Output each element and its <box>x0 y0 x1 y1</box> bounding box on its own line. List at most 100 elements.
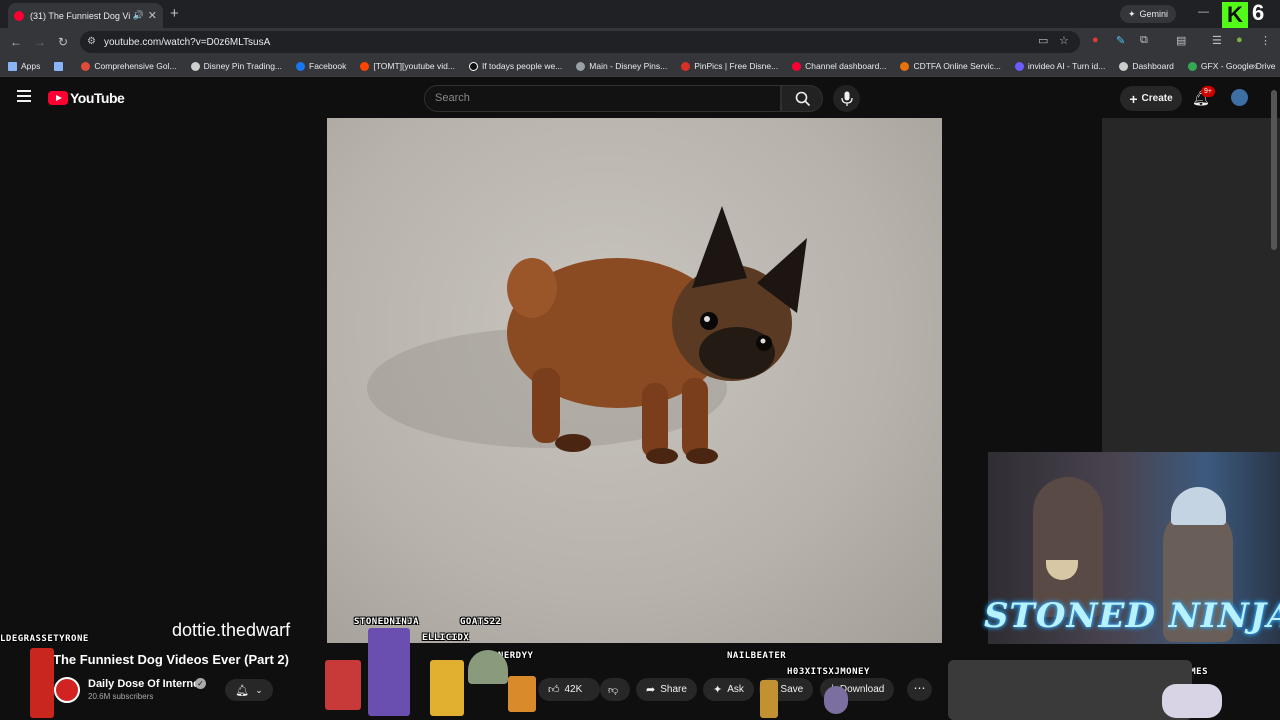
sparkle-icon: ✦ <box>1128 8 1136 19</box>
verified-check-icon: ✓ <box>195 678 206 689</box>
dislike-button[interactable]: 👎︎ <box>600 678 630 701</box>
plus-icon: + <box>1129 90 1138 107</box>
more-actions-button[interactable]: ⋯ <box>907 678 932 701</box>
back-icon[interactable]: ← <box>10 35 22 49</box>
side-panel-icon[interactable]: ▤ <box>1176 34 1186 47</box>
character-sprite-icon <box>760 680 778 718</box>
bookmark-favicon-icon <box>81 61 91 71</box>
dog-video-frame <box>367 206 807 464</box>
chevron-down-icon: ⌄ <box>255 684 263 695</box>
forward-icon[interactable]: → <box>34 35 46 49</box>
create-button[interactable]: + Create <box>1120 86 1182 111</box>
bookmark-item[interactable]: Disney Pin Trading... <box>190 61 282 71</box>
bookmark-apps[interactable]: Apps <box>8 61 40 71</box>
like-button[interactable]: 👍︎ 42K <box>538 678 600 701</box>
webcam-title-overlay: STONED NINJA <box>984 596 1280 636</box>
speaker-icon[interactable]: 🔊 <box>133 10 144 21</box>
extension-blue-icon[interactable]: ✎ <box>1116 34 1125 47</box>
extension-red-icon[interactable]: ● <box>1092 34 1099 46</box>
voice-search-button[interactable] <box>833 85 860 112</box>
address-bar[interactable]: ⚙ youtube.com/watch?v=D0z6MLTsusA <box>80 31 1080 53</box>
search-input[interactable]: Search <box>424 85 781 112</box>
search-button[interactable] <box>781 85 823 112</box>
new-tab-icon[interactable]: + <box>170 5 179 22</box>
save-label: Save <box>780 684 804 695</box>
browser-tab-youtube[interactable]: (31) The Funniest Dog Vide 🔊 ✕ <box>8 3 163 28</box>
cast-icon[interactable]: ▭ <box>1038 34 1048 47</box>
youtube-masthead: YouTube Search + Create 🔔︎ 9+ <box>0 78 1280 118</box>
apps-grid-icon <box>8 61 17 71</box>
site-info-icon[interactable]: ⚙ <box>87 36 99 48</box>
bookmark-item[interactable]: PinPics | Free Disne... <box>681 61 778 71</box>
browser-toolbar: ← → ↻ ⚙ youtube.com/watch?v=D0z6MLTsusA … <box>0 28 1280 56</box>
browser-tab-strip: (31) The Funniest Dog Vide 🔊 ✕ + ✦ Gemin… <box>0 0 1280 28</box>
gemini-label: Gemini <box>1139 9 1169 19</box>
youtube-wordmark[interactable]: YouTube <box>70 90 125 106</box>
tiktok-icon <box>468 61 478 71</box>
bookmark-item[interactable]: Dashboard <box>1119 61 1174 71</box>
reload-icon[interactable]: ↻ <box>58 35 68 49</box>
kick-count: 6 <box>1252 0 1265 25</box>
like-count: 42K <box>564 684 583 695</box>
subscription-bell-button[interactable]: 🔔︎ ⌄ <box>225 679 273 701</box>
bookmark-item[interactable]: Comprehensive Gol... <box>81 61 177 71</box>
grid-icon <box>54 61 64 71</box>
share-label: Share <box>660 684 687 695</box>
gemini-button[interactable]: ✦ Gemini <box>1120 5 1177 23</box>
ask-label: Ask <box>727 684 744 695</box>
bookmark-star-icon[interactable]: ☆ <box>1059 34 1069 47</box>
browser-menu-icon[interactable]: ⋮ <box>1260 34 1271 47</box>
overlay-username: H03XITSXJMONEY <box>787 667 870 677</box>
bookmark-item[interactable]: If todays people we... <box>468 61 562 71</box>
ironman-sprite-icon <box>30 648 54 718</box>
video-player[interactable] <box>327 118 942 643</box>
bookmark-item[interactable]: invideo AI - Turn id... <box>1014 61 1105 71</box>
ninja-sprite-icon <box>368 628 410 716</box>
youtube-favicon-icon <box>14 10 24 21</box>
profile-icon[interactable]: ● <box>1236 34 1243 46</box>
video-watermark: dottie.thedwarf <box>172 620 291 640</box>
overlay-username: LDEGRASSETYRONE <box>0 634 89 644</box>
notification-badge: 9+ <box>1201 86 1215 97</box>
bookmark-item[interactable]: GFX - Google Drive <box>1187 61 1276 71</box>
bookmark-item[interactable]: [TOMT][youtube vid... <box>360 61 455 71</box>
bookmark-item[interactable]: Main - Disney Pins... <box>576 61 667 71</box>
bookmark-item[interactable]: Facebook <box>296 61 346 71</box>
bookmark-grid[interactable] <box>54 61 67 71</box>
microphone-icon <box>841 91 853 106</box>
channel-avatar[interactable] <box>54 677 80 703</box>
chevron-right-icon[interactable]: » <box>1252 61 1258 72</box>
bookmark-item[interactable]: Channel dashboard... <box>792 61 886 71</box>
kick-logo-icon: K <box>1222 2 1248 28</box>
thumbs-up-icon: 👍︎ <box>548 684 560 696</box>
video-title: The Funniest Dog Videos Ever (Part 2) <box>53 652 289 667</box>
bell-icon: 🔔︎ <box>235 684 250 697</box>
overlay-username: GOATS22 <box>460 617 502 627</box>
right-side-panel <box>1102 118 1280 453</box>
bookmark-favicon-icon <box>1119 61 1129 71</box>
close-tab-icon[interactable]: ✕ <box>148 9 157 22</box>
share-icon: ➦ <box>646 684 656 696</box>
search-icon <box>795 91 811 107</box>
luffy-sprite-icon <box>430 660 464 716</box>
menu-icon[interactable] <box>17 90 31 102</box>
ask-button[interactable]: ✦ Ask <box>703 678 754 701</box>
charmander-sprite-icon <box>508 676 536 712</box>
page-scrollbar[interactable] <box>1271 90 1277 250</box>
webcam-beanie <box>1171 487 1226 525</box>
reading-list-icon[interactable]: ☰ <box>1212 34 1222 47</box>
share-button[interactable]: ➦ Share <box>636 678 697 701</box>
ufo-sprite-icon <box>468 650 508 684</box>
extensions-puzzle-icon[interactable]: ⧉ <box>1140 34 1148 47</box>
minimize-window-icon[interactable]: — <box>1198 6 1209 18</box>
overlay-username: NAILBEATER <box>727 651 787 661</box>
up-next-card[interactable] <box>948 660 1192 720</box>
youtube-logo-icon[interactable] <box>48 91 68 105</box>
bookmark-favicon-icon <box>190 61 200 71</box>
bookmark-favicon-icon <box>576 61 586 71</box>
channel-name[interactable]: Daily Dose Of Internet <box>88 678 203 690</box>
ghost-sprite-icon <box>824 686 848 714</box>
bookmark-favicon-icon <box>900 61 910 71</box>
account-avatar[interactable] <box>1231 89 1248 106</box>
bookmark-item[interactable]: CDTFA Online Servic... <box>900 61 1001 71</box>
